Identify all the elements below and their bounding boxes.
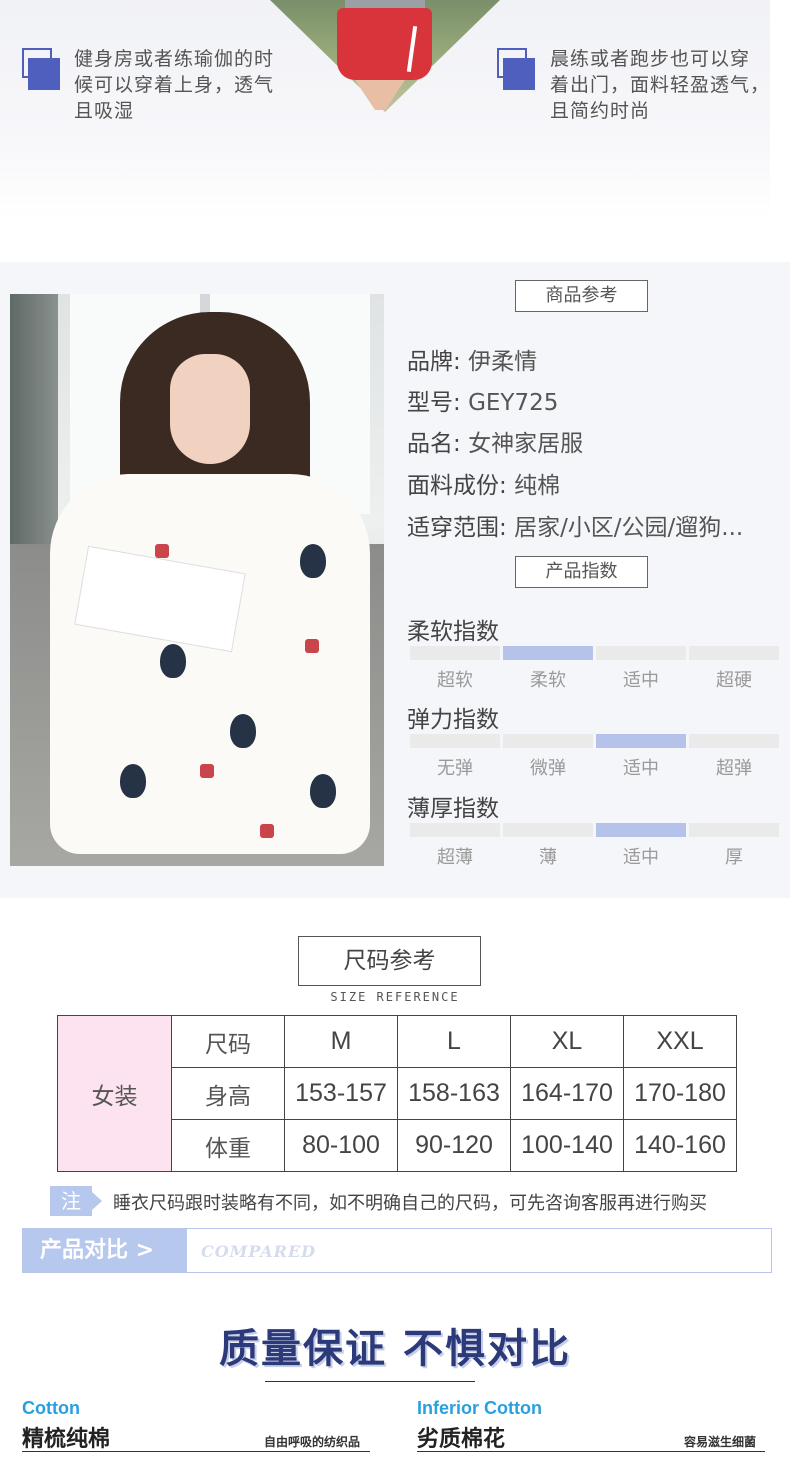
inferior-cotton-tagline: 容易滋生细菌 [684,1435,757,1449]
compare-label-en: COMPARED [201,1242,317,1261]
table-cell: 170-180 [623,1067,737,1120]
spec-name: 品名: 女神家居服 [407,431,584,457]
spec-brand: 品牌: 伊柔情 [407,349,538,375]
cotton-en-title: Cotton [22,1398,80,1418]
running-description: 晨练或者跑步也可以穿 着出门，面料轻盈透气， 且简约时尚 [550,48,771,122]
divider [265,1381,475,1382]
index-bar-selected [596,823,686,837]
index-bar-selected [503,646,593,660]
index-option-label: 超弹 [716,758,752,779]
divider [22,1451,370,1452]
size-reference-subtitle: SIZE REFERENCE [330,990,460,1004]
product-info-section: 商品参考 品牌: 伊柔情 型号: GEY725 品名: 女神家居服 面料成份: … [0,262,790,898]
table-header-cell: 尺码 [171,1015,285,1068]
inferior-cotton-en-title: Inferior Cotton [417,1398,542,1418]
spec-fabric: 面料成份: 纯棉 [407,473,561,499]
index-option-label: 适中 [623,847,659,868]
index-option-label: 柔软 [530,670,566,691]
index-option-label: 薄 [539,847,557,868]
gym-description: 健身房或者练瑜伽的时 候可以穿着上身，透气 且吸湿 [74,48,275,122]
compare-label: 产品对比 > [23,1229,187,1272]
square-bullet-icon [497,48,537,90]
index-option-label: 适中 [623,670,659,691]
arrow-right-icon [92,1192,102,1210]
size-reference-title: 尺码参考 [298,936,481,986]
product-compare-header: 产品对比 > COMPARED [22,1228,772,1273]
table-header-cell: XL [510,1015,624,1068]
index-option-label: 超薄 [437,847,473,868]
table-row: 女装 尺码 M L XL XXL [57,1015,737,1172]
index-option-label: 超软 [437,670,473,691]
cotton-tagline: 自由呼吸的纺织品 [264,1435,361,1449]
spec-model: 型号: GEY725 [407,390,559,416]
index-option-label: 厚 [725,847,743,868]
size-table: 女装 尺码 M L XL XXL 身高 153-157 158-163 164-… [57,1015,737,1172]
product-index-label: 产品指数 [515,556,648,588]
index-bar [503,823,593,837]
index-bar-selected [596,734,686,748]
table-row-label: 身高 [171,1067,285,1120]
index-bar [410,734,500,748]
index-bar [503,734,593,748]
index-bar [689,823,779,837]
table-cell: 90-120 [397,1119,511,1172]
index-bar [689,734,779,748]
index-option-label: 适中 [623,758,659,779]
model-shorts-graphic [337,8,432,80]
index-option-label: 无弹 [437,758,473,779]
index-bar [689,646,779,660]
table-cell: 158-163 [397,1067,511,1120]
index-option-label: 微弹 [530,758,566,779]
table-cell: 140-160 [623,1119,737,1172]
table-cell: 164-170 [510,1067,624,1120]
index-bar [410,646,500,660]
square-bullet-icon [22,48,62,90]
size-note: 睡衣尺码跟时装略有不同，如不明确自己的尺码，可先咨询客服再进行购买 [113,1193,707,1214]
spec-usage: 适穿范围: 居家/小区/公园/遛狗... [407,515,744,541]
index-title: 薄厚指数 [407,796,499,822]
table-row-label: 体重 [171,1119,285,1172]
table-cell: 100-140 [510,1119,624,1172]
index-bar [410,823,500,837]
size-category: 女装 [57,1015,172,1172]
quality-slogan: 质量保证 不惧对比 [219,1325,571,1372]
product-reference-label: 商品参考 [515,280,648,312]
index-title: 柔软指数 [407,619,499,645]
table-header-cell: M [284,1015,398,1068]
note-badge: 注 [50,1186,106,1216]
table-cell: 153-157 [284,1067,398,1120]
activity-banner: 健身房或者练瑜伽的时 候可以穿着上身，透气 且吸湿 晨练或者跑步也可以穿 着出门… [0,0,790,222]
index-bar [596,646,686,660]
table-header-cell: XXL [623,1015,737,1068]
index-title: 弹力指数 [407,707,499,733]
product-photo [10,294,384,866]
table-header-cell: L [397,1015,511,1068]
index-option-label: 超硬 [716,670,752,691]
table-cell: 80-100 [284,1119,398,1172]
cotton-cn-title: 精梳纯棉 [22,1427,111,1452]
divider [417,1451,765,1452]
inferior-cotton-cn-title: 劣质棉花 [417,1427,506,1452]
